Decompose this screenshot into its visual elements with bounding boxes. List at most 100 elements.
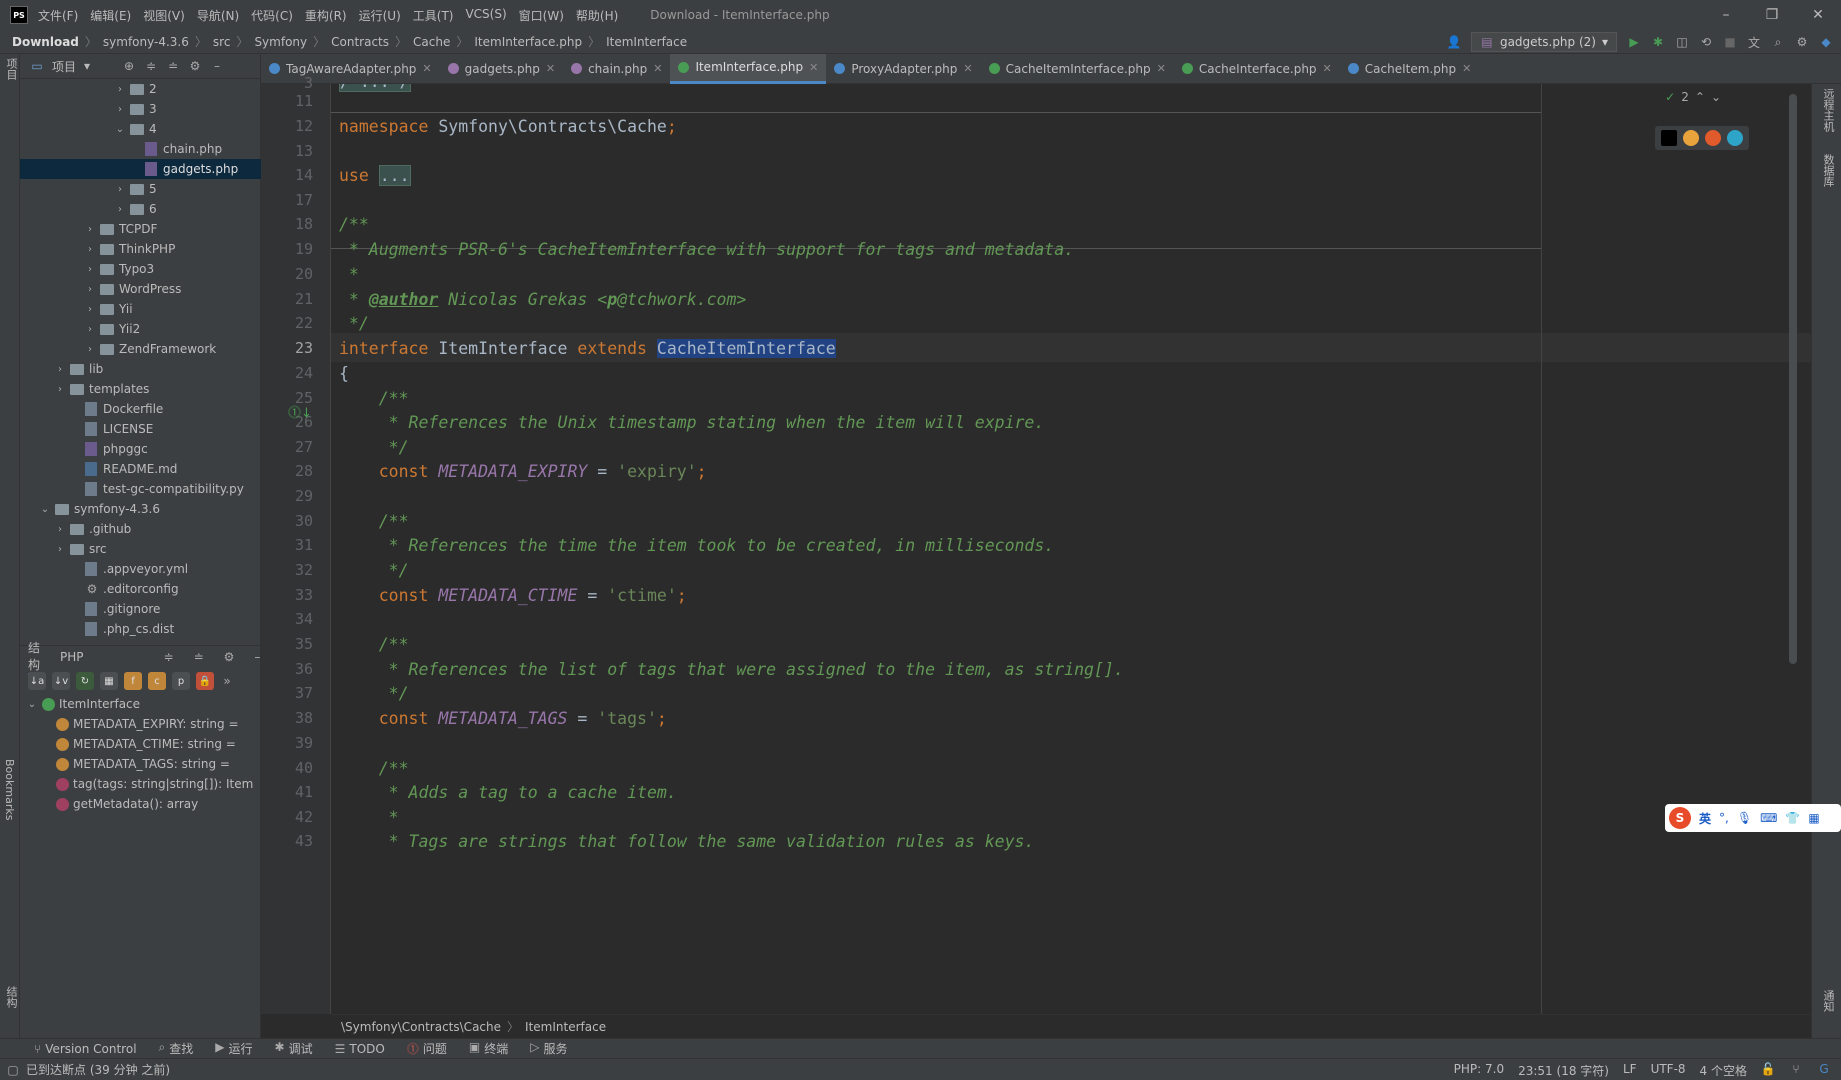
menu-item[interactable]: 文件(F)	[38, 7, 78, 24]
expand-arrow-icon[interactable]: ›	[114, 204, 126, 215]
breadcrumb-item[interactable]: ItemInterface.php	[474, 35, 582, 49]
skin-icon[interactable]: 👕	[1785, 811, 1800, 825]
close-tab-icon[interactable]: ✕	[963, 62, 972, 75]
file-encoding[interactable]: UTF-8	[1651, 1062, 1686, 1079]
editor-tab[interactable]: CacheItemInterface.php ✕	[981, 54, 1174, 84]
sort-visibility-icon[interactable]: ↓v	[52, 672, 70, 690]
menu-item[interactable]: VCS(S)	[465, 7, 506, 24]
implements-icon[interactable]: ⓵↓	[288, 402, 312, 421]
tool-window-button[interactable]: ✱ 调试	[275, 1040, 313, 1057]
expand-arrow-icon[interactable]: ›	[54, 544, 66, 555]
project-tree-item[interactable]: ⚙ .editorconfig	[20, 579, 261, 599]
show-constants-icon[interactable]: c	[148, 672, 166, 690]
project-tree-item[interactable]: .php_cs.dist	[20, 619, 261, 639]
tool-window-button[interactable]: ⑂ Version Control	[34, 1042, 137, 1056]
expand-arrow-icon[interactable]: ›	[84, 224, 96, 235]
chevron-down-icon[interactable]: ▾	[84, 59, 90, 73]
close-icon[interactable]: ✕	[1795, 0, 1841, 30]
close-tab-icon[interactable]: ✕	[809, 61, 818, 74]
minimize-icon[interactable]: –	[1703, 0, 1749, 30]
project-tree-item[interactable]: ⌄ symfony-4.3.6	[20, 499, 261, 519]
expand-arrow-icon[interactable]: ›	[114, 184, 126, 195]
tab-php[interactable]: PHP	[60, 650, 84, 664]
database-tool-button[interactable]: 数据库	[1820, 154, 1836, 187]
collapse-all-icon[interactable]: ≐	[166, 59, 180, 73]
php-level[interactable]: PHP: 7.0	[1454, 1062, 1504, 1079]
collapse-all-icon[interactable]: ≐	[194, 650, 204, 664]
gear-icon[interactable]: ⚙	[188, 59, 202, 73]
keyboard-icon[interactable]: ⌨	[1760, 811, 1777, 825]
edge-icon[interactable]	[1727, 130, 1743, 146]
stop-icon[interactable]: ■	[1723, 35, 1737, 49]
chevron-up-icon[interactable]: ⌃	[1695, 90, 1705, 104]
chevron-down-icon[interactable]: ⌄	[1711, 90, 1721, 104]
status-message[interactable]: 已到达断点 (39 分钟 之前)	[26, 1061, 170, 1078]
project-tree-item[interactable]: › 6	[20, 199, 261, 219]
sort-alpha-icon[interactable]: ↓a	[28, 672, 46, 690]
project-tree-item[interactable]: › Typo3	[20, 259, 261, 279]
menu-item[interactable]: 运行(U)	[359, 7, 401, 24]
project-tree-item[interactable]: test-gc-compatibility.py	[20, 479, 261, 499]
show-properties-icon[interactable]: p	[172, 672, 190, 690]
notifications-tool-button[interactable]: 通知	[1820, 990, 1836, 1012]
inherited-icon[interactable]: ↻	[76, 672, 94, 690]
show-functions-icon[interactable]: f	[124, 672, 142, 690]
project-tree-item[interactable]: › 5	[20, 179, 261, 199]
sogou-icon[interactable]: S	[1669, 807, 1691, 829]
ime-language[interactable]: 英	[1699, 810, 1711, 827]
settings-icon[interactable]: ⚙	[1795, 35, 1809, 49]
breadcrumb-item[interactable]: Cache	[413, 35, 450, 49]
phpstorm-logo-icon[interactable]: PS	[10, 6, 28, 24]
structure-item[interactable]: tag(tags: string|string[]): Item	[20, 774, 260, 794]
expand-arrow-icon[interactable]: ⌄	[39, 504, 51, 515]
project-tree-item[interactable]: chain.php	[20, 139, 261, 159]
firefox-icon[interactable]	[1705, 130, 1721, 146]
menu-item[interactable]: 导航(N)	[197, 7, 239, 24]
expand-arrow-icon[interactable]: ⌄	[114, 124, 126, 135]
expand-arrow-icon[interactable]: ›	[84, 244, 96, 255]
chrome-icon[interactable]	[1683, 130, 1699, 146]
menu-item[interactable]: 重构(R)	[305, 7, 347, 24]
expand-arrow-icon[interactable]: ›	[84, 344, 96, 355]
project-tree-item[interactable]: › ZendFramework	[20, 339, 261, 359]
locate-icon[interactable]: ⊕	[122, 59, 136, 73]
caret-position[interactable]: 23:51 (18 字符)	[1518, 1062, 1609, 1079]
more-icon[interactable]: »	[220, 674, 234, 688]
expand-arrow-icon[interactable]: ›	[84, 324, 96, 335]
structure-item[interactable]: METADATA_CTIME: string =	[20, 734, 260, 754]
project-tree-item[interactable]: .appveyor.yml	[20, 559, 261, 579]
project-tree-item[interactable]: › ThinkPHP	[20, 239, 261, 259]
breadcrumb-item[interactable]: symfony-4.3.6	[103, 35, 189, 49]
show-private-icon[interactable]: 🔒	[196, 672, 214, 690]
punctuation-icon[interactable]: °,	[1719, 811, 1729, 825]
tool-window-button[interactable]: ▶ 运行	[215, 1040, 252, 1057]
close-tab-icon[interactable]: ✕	[1462, 62, 1471, 75]
coverage-icon[interactable]: ◫	[1675, 35, 1689, 49]
project-tree-item[interactable]: phpggc	[20, 439, 261, 459]
layout-icon[interactable]: ▢	[6, 1063, 20, 1077]
project-tree-item[interactable]: › templates	[20, 379, 261, 399]
breadcrumb-namespace[interactable]: \Symfony\Contracts\Cache	[341, 1020, 501, 1034]
menu-item[interactable]: 工具(T)	[413, 7, 454, 24]
project-tree-item[interactable]: › Yii2	[20, 319, 261, 339]
structure-item[interactable]: METADATA_TAGS: string =	[20, 754, 260, 774]
breadcrumb-item[interactable]: Contracts	[331, 35, 389, 49]
debug-icon[interactable]: ✱	[1651, 35, 1665, 49]
expand-arrow-icon[interactable]: ›	[54, 364, 66, 375]
close-tab-icon[interactable]: ✕	[653, 62, 662, 75]
project-tool-button[interactable]: 项目	[3, 58, 19, 80]
folded-use[interactable]: ...	[378, 165, 411, 186]
project-tree-item[interactable]: › TCPDF	[20, 219, 261, 239]
remote-host-tool-button[interactable]: 远程主机	[1820, 88, 1836, 132]
project-tree-item[interactable]: ⌄ 4	[20, 119, 261, 139]
lock-icon[interactable]: 🔓	[1761, 1062, 1776, 1076]
breadcrumb-item[interactable]: src	[213, 35, 231, 49]
profile-icon[interactable]: ⟲	[1699, 35, 1713, 49]
phpstorm-browser-icon[interactable]	[1661, 130, 1677, 146]
breadcrumb-item[interactable]: Symfony	[254, 35, 307, 49]
menu-item[interactable]: 视图(V)	[143, 7, 185, 24]
breadcrumb-item[interactable]: ItemInterface	[606, 35, 687, 49]
bookmarks-tool-button[interactable]: Bookmarks	[3, 759, 16, 820]
editor-tab[interactable]: ProxyAdapter.php ✕	[826, 54, 980, 84]
expand-all-icon[interactable]: ≑	[144, 59, 158, 73]
